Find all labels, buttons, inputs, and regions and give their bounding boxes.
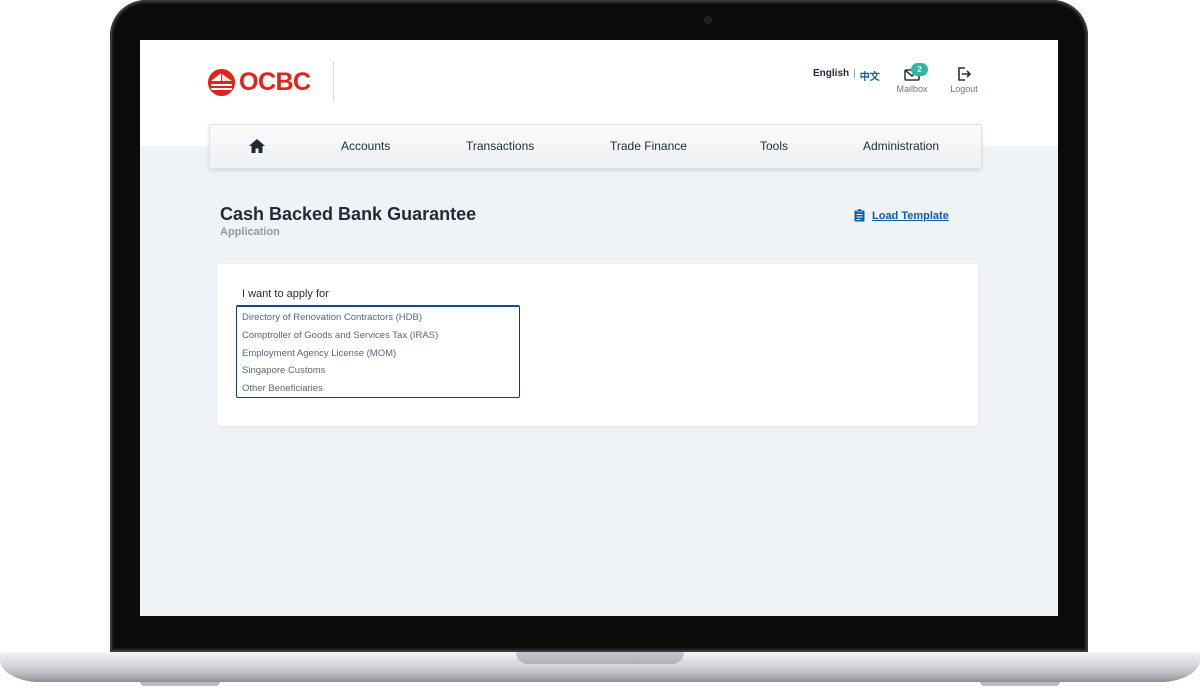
listbox-option[interactable]: Other Beneficiaries <box>237 380 519 398</box>
nav-accounts[interactable]: Accounts <box>341 139 390 153</box>
lang-chinese[interactable]: 中文 <box>860 68 880 83</box>
application-form-card: I want to apply for Directory of Renovat… <box>217 264 978 426</box>
clipboard-icon <box>854 209 865 222</box>
nav-administration[interactable]: Administration <box>863 139 939 153</box>
main-nav: Accounts Transactions Trade Finance Tool… <box>209 124 982 169</box>
apply-for-listbox[interactable]: Directory of Renovation Contractors (HDB… <box>236 305 520 398</box>
language-switcher: English | 中文 <box>813 68 880 83</box>
logout-label: Logout <box>950 84 978 94</box>
listbox-option[interactable]: Singapore Customs <box>237 362 519 380</box>
laptop-foot-left <box>140 682 220 686</box>
laptop-notch <box>516 652 684 664</box>
mailbox-badge: 2 <box>911 63 928 76</box>
page-subtitle: Application <box>220 226 280 238</box>
ocbc-logo-mark-icon <box>208 69 235 96</box>
logout-icon <box>958 67 972 81</box>
lang-english[interactable]: English <box>813 68 849 83</box>
page-title: Cash Backed Bank Guarantee <box>220 204 477 224</box>
webcam <box>704 16 712 24</box>
screen: OCBC English | 中文 2 Mailbox Logout Accou… <box>140 40 1058 616</box>
logout-button[interactable]: Logout <box>940 66 988 94</box>
load-template-label: Load Template <box>872 209 949 222</box>
listbox-option[interactable]: Comptroller of Goods and Services Tax (I… <box>237 327 519 345</box>
ocbc-logo[interactable]: OCBC <box>208 69 311 96</box>
brand-name: OCBC <box>239 68 311 96</box>
nav-transactions[interactable]: Transactions <box>466 139 534 153</box>
listbox-option[interactable]: Directory of Renovation Contractors (HDB… <box>237 309 519 327</box>
listbox-option[interactable]: Employment Agency License (MOM) <box>237 345 519 363</box>
apply-for-label: I want to apply for <box>242 288 329 300</box>
mailbox-label: Mailbox <box>896 84 928 94</box>
mailbox-button[interactable]: 2 Mailbox <box>888 63 936 94</box>
nav-trade-finance[interactable]: Trade Finance <box>610 139 687 153</box>
laptop-foot-right <box>980 682 1060 686</box>
home-icon[interactable] <box>248 138 266 154</box>
lang-separator: | <box>853 68 856 79</box>
header-divider <box>333 62 334 102</box>
load-template-link[interactable]: Load Template <box>854 209 949 222</box>
nav-tools[interactable]: Tools <box>760 139 788 153</box>
